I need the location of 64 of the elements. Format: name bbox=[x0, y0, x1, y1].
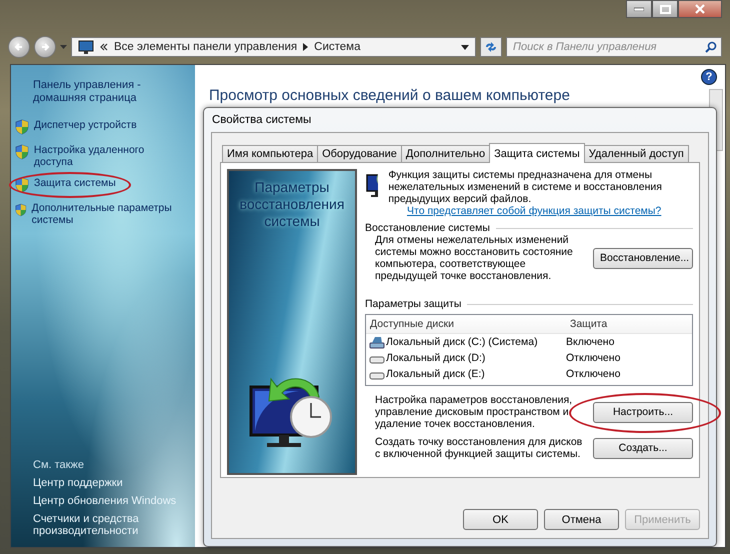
restore-button[interactable]: Восстановление... bbox=[593, 248, 693, 268]
search-icon bbox=[705, 41, 717, 53]
sidebar-link[interactable]: Центр поддержки bbox=[33, 477, 185, 489]
sidebar-link[interactable]: Диспетчер устройств bbox=[34, 119, 137, 131]
see-also-title: См. также bbox=[33, 459, 85, 471]
chevron-icon bbox=[100, 43, 108, 51]
intro-text: Функция защиты системы предназначена для отмены нежелательных изменений в системе и восстановления предыдущих версий файлов. bbox=[388, 169, 663, 205]
create-button[interactable]: Создать... bbox=[593, 438, 693, 458]
refresh-arrows-icon bbox=[484, 41, 498, 53]
breadcrumb-arrow-icon bbox=[303, 43, 308, 51]
column-header[interactable]: Защита bbox=[566, 318, 608, 330]
page-heading: Просмотр основных сведений о вашем компьютере bbox=[209, 87, 571, 104]
minimize-button[interactable] bbox=[626, 0, 652, 18]
help-link[interactable]: Что представляет собой функция защиты системы? bbox=[407, 205, 693, 217]
tab[interactable]: Удаленный доступ bbox=[584, 145, 689, 162]
system-drive-icon bbox=[369, 335, 385, 349]
shield-icon bbox=[15, 119, 29, 135]
search-field[interactable]: Поиск в Панели управления bbox=[506, 37, 722, 57]
tab[interactable]: Имя компьютера bbox=[222, 145, 318, 162]
protection-status: Включено bbox=[565, 336, 614, 348]
drive-name[interactable]: Локальный диск (D:) bbox=[386, 352, 486, 364]
configure-button[interactable]: Настроить... bbox=[593, 402, 693, 422]
back-arrow-icon bbox=[14, 42, 24, 52]
sidebar-link[interactable]: Дополнительные параметры системы bbox=[32, 202, 185, 226]
breadcrumb-item[interactable]: Все элементы панели управления bbox=[114, 41, 298, 53]
maximize-icon bbox=[660, 4, 670, 14]
shield-icon bbox=[15, 177, 29, 193]
sidebar-link[interactable]: Счетчики и средства производительности bbox=[33, 513, 185, 537]
description-text: Создать точку восстановления для дисков с включенной функцией защиты системы. bbox=[375, 436, 584, 460]
column-header[interactable]: Доступные диски bbox=[366, 318, 566, 330]
sidebar-link[interactable]: Настройка удаленного доступа bbox=[34, 144, 185, 168]
back-button[interactable] bbox=[8, 36, 30, 58]
help-button[interactable]: ? bbox=[701, 69, 717, 85]
protection-status: Отключено bbox=[565, 352, 620, 364]
shield-icon bbox=[15, 202, 27, 218]
dialog-button[interactable]: Отмена bbox=[544, 509, 619, 530]
dropdown-caret-icon bbox=[60, 45, 67, 49]
tab[interactable]: Оборудование bbox=[317, 145, 402, 162]
maximize-button[interactable] bbox=[652, 0, 678, 18]
breadcrumb-item[interactable]: Система bbox=[314, 41, 360, 53]
dialog-title: Свойства системы bbox=[211, 113, 312, 128]
dropdown-caret-icon bbox=[461, 44, 469, 50]
group-title: Восстановление системы bbox=[365, 222, 490, 234]
shield-icon bbox=[15, 144, 29, 160]
protection-status: Отключено bbox=[565, 368, 620, 380]
forward-arrow-icon bbox=[40, 42, 50, 52]
drive-name[interactable]: Локальный диск (E:) bbox=[386, 368, 485, 380]
tab[interactable]: Дополнительно bbox=[400, 145, 490, 162]
minimize-icon bbox=[634, 7, 644, 11]
drive-name[interactable]: Локальный диск (C:) (Система) bbox=[386, 336, 538, 348]
description-text: Настройка параметров восстановления, управление дисковым пространством и удаление точек восстановления. bbox=[375, 394, 574, 430]
sidebar-link[interactable]: Защита системы bbox=[34, 177, 116, 189]
sidebar-link[interactable]: Центр обновления Windows bbox=[33, 495, 185, 507]
address-bar[interactable]: Все элементы панели управления Система bbox=[71, 37, 476, 57]
tab[interactable]: Защита системы bbox=[489, 143, 585, 163]
refresh-button[interactable] bbox=[480, 37, 502, 57]
monitor-icon bbox=[78, 40, 94, 54]
close-button[interactable] bbox=[678, 0, 722, 18]
dialog-button[interactable]: OK bbox=[463, 509, 538, 530]
forward-button[interactable] bbox=[34, 36, 56, 58]
close-icon bbox=[695, 4, 705, 14]
sidebar-home-link[interactable]: Панель управления - домашняя страница bbox=[33, 79, 185, 105]
group-title: Параметры защиты bbox=[365, 298, 462, 310]
description-text: Для отмены нежелательных изменений системы можно восстановить состояние компьютера, соответствующее предыдущей точке восстановления. bbox=[375, 234, 574, 282]
